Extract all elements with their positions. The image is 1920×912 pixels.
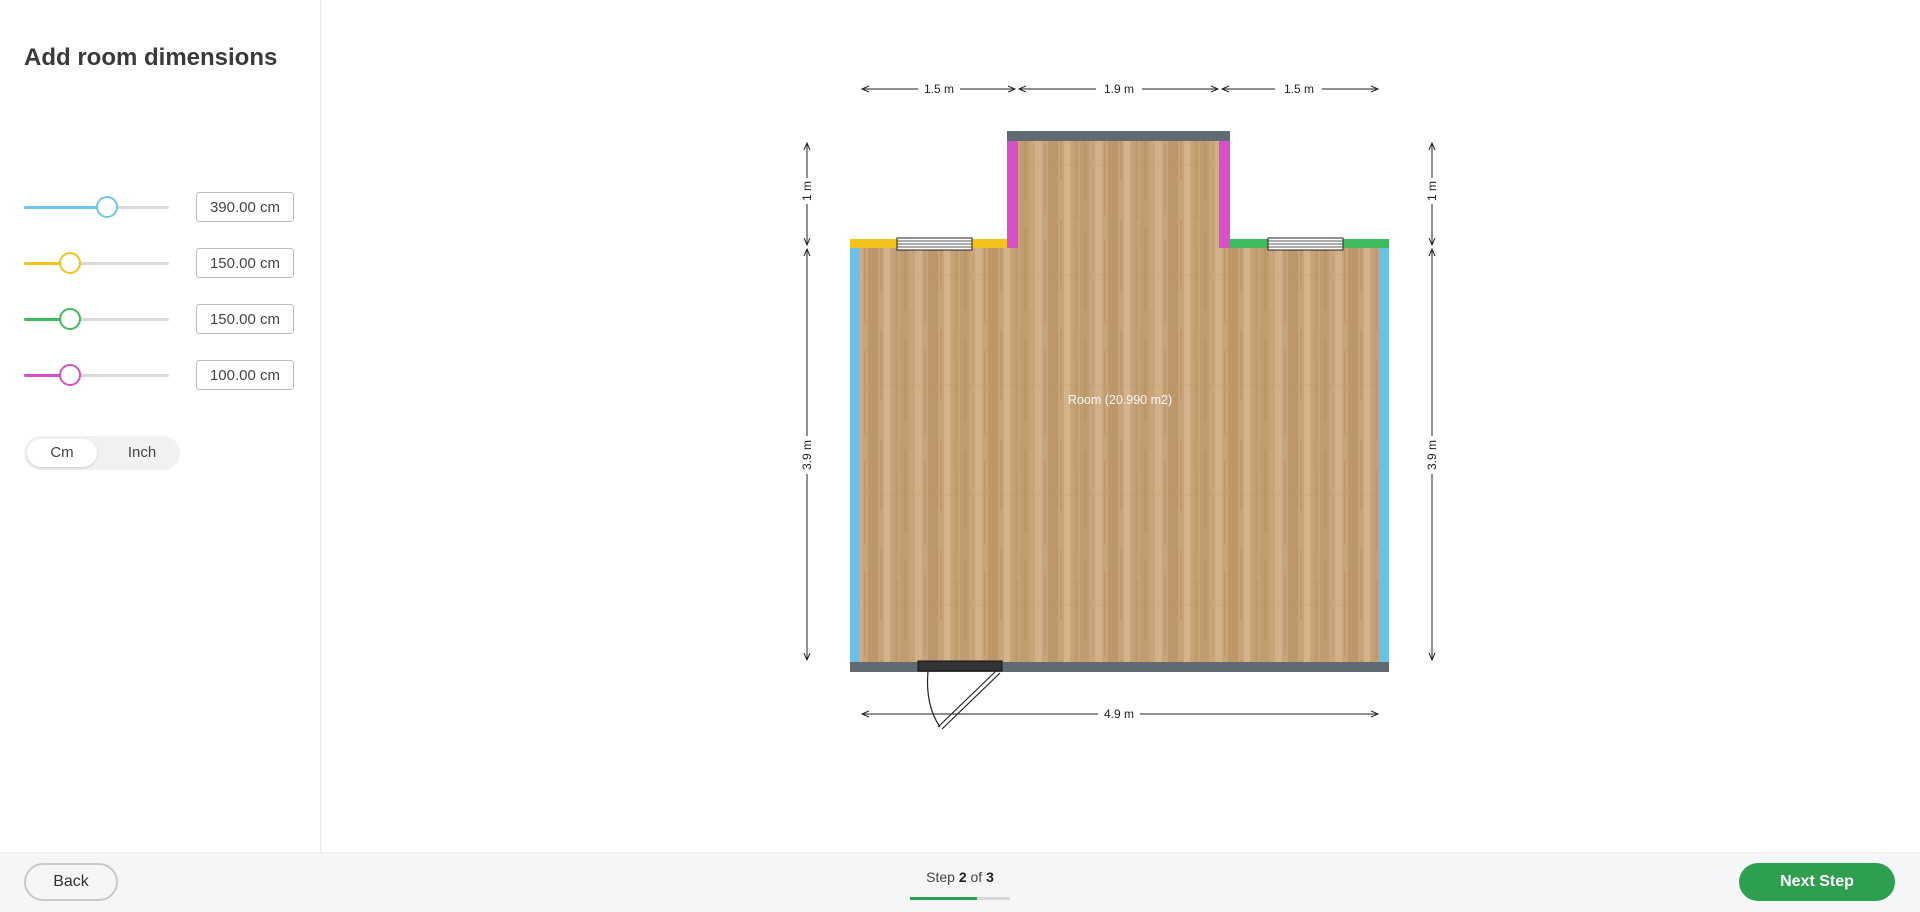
window-left[interactable]: [896, 237, 973, 251]
step-progress-bar: [910, 897, 1010, 900]
right-dimensions: 1 m 3.9 m: [1425, 143, 1439, 660]
dim-label-top-middle: 1.9 m: [1104, 82, 1134, 96]
footer-bar: Back Step 2 of 3 Next Step: [0, 852, 1920, 912]
step-progress-fill: [910, 897, 977, 900]
top-dimensions: 1.5 m 1.9 m 1.5 m: [862, 82, 1378, 96]
dim-label-bottom: 4.9 m: [1104, 707, 1134, 721]
dim-label-right-upper: 1 m: [1425, 181, 1439, 201]
step-prefix: Step: [926, 869, 955, 885]
wall-alcove-top: [1007, 131, 1230, 141]
next-step-button[interactable]: Next Step: [1739, 863, 1895, 901]
wall-left: [850, 240, 860, 672]
wall-alcove-left: [1007, 131, 1018, 248]
door[interactable]: [917, 660, 1003, 730]
bottom-dimension: 4.9 m: [862, 707, 1378, 721]
dim-label-top-right: 1.5 m: [1284, 82, 1314, 96]
wall-right: [1379, 240, 1389, 672]
dim-label-left-lower: 3.9 m: [800, 440, 814, 470]
window-right[interactable]: [1267, 237, 1344, 251]
floor-plan: Room (20.990 m2) 1.5 m 1.9 m 1.5 m 4.9 m…: [800, 82, 1439, 730]
step-indicator: Step 2 of 3: [910, 869, 1010, 885]
back-button[interactable]: Back: [24, 863, 118, 901]
step-current: 2: [958, 869, 967, 885]
dim-label-top-left: 1.5 m: [924, 82, 954, 96]
left-dimensions: 1 m 3.9 m: [800, 143, 814, 660]
wall-alcove-right: [1219, 131, 1230, 248]
step-of: of: [970, 869, 983, 885]
dim-label-right-lower: 3.9 m: [1425, 440, 1439, 470]
step-total: 3: [986, 869, 994, 885]
dim-label-left-upper: 1 m: [800, 181, 814, 201]
room-label[interactable]: Room (20.990 m2): [1068, 393, 1172, 407]
